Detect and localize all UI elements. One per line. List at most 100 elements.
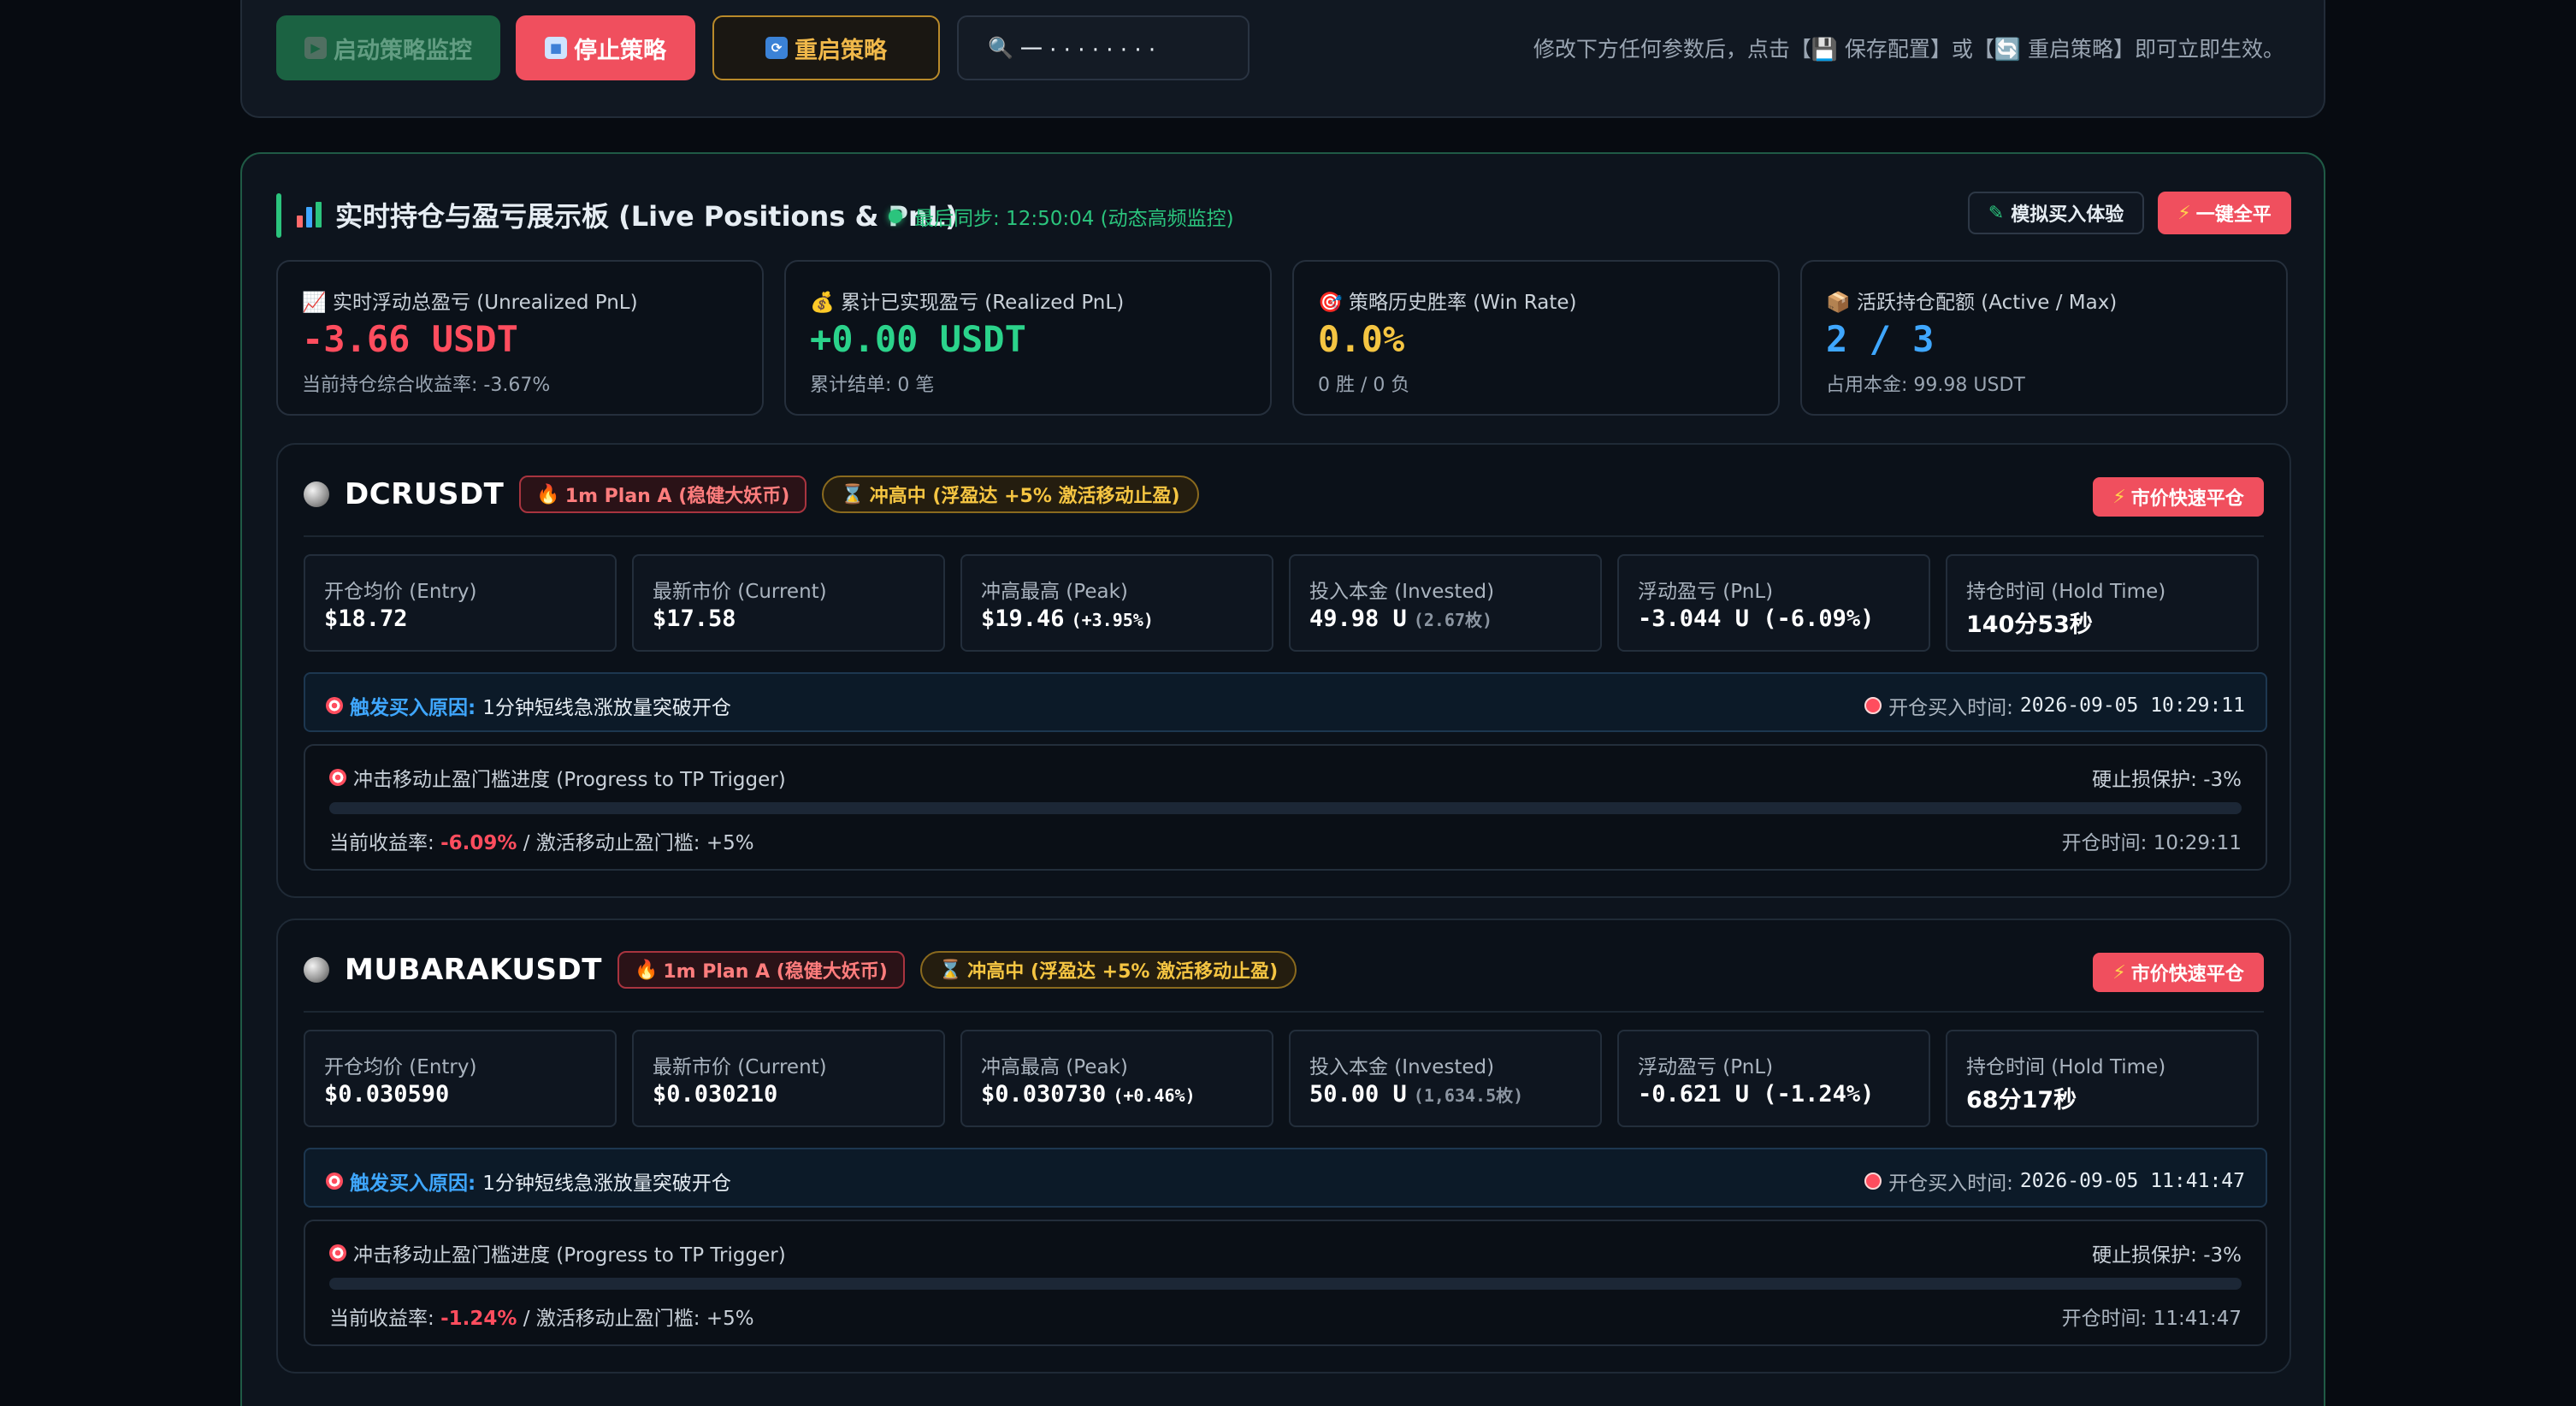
cell-value: 50.00 U (1,634.5枚) (1309, 1081, 1524, 1108)
cell-label: 持仓时间 (Hold Time) (1966, 581, 2166, 603)
open-buy-time: 开仓买入时间: 2026-09-05 10:29:11 (1864, 691, 2245, 720)
cell-current: 最新市价 (Current) $0.030210 (632, 1030, 945, 1127)
stop-strategy-button[interactable]: ■ 停止策略 (516, 15, 695, 80)
close-all-label: 一键全平 (2195, 204, 2272, 226)
cell-current: 最新市价 (Current) $17.58 (632, 554, 945, 652)
status-tag: ⌛ 冲高中 (浮盈达 +5% 激活移动止盈) (919, 951, 1297, 989)
progress-track (329, 1278, 2242, 1290)
open-time-short: 开仓时间: 11:41:47 (2061, 1308, 2242, 1330)
cell-label: 冲高最高 (Peak) (981, 581, 1128, 603)
start-monitor-label: 启动策略监控 (334, 37, 472, 64)
cell-hold-time: 持仓时间 (Hold Time) 140分53秒 (1946, 554, 2259, 652)
cell-value: $19.46 (+3.95%) (981, 606, 1154, 632)
divider (304, 1011, 2264, 1013)
cell-invested: 投入本金 (Invested) 50.00 U (1,634.5枚) (1289, 1030, 1602, 1127)
dart-icon (329, 769, 346, 786)
cell-label: 最新市价 (Current) (653, 1056, 827, 1078)
stat-sub: 累计结单: 0 笔 (810, 375, 935, 396)
restart-strategy-button[interactable]: ⟳ 重启策略 (712, 15, 940, 80)
stat-label: 📈 实时浮动总盈亏 (Unrealized PnL) (302, 292, 638, 314)
play-icon: ▶ (304, 37, 327, 59)
fire-icon: 🔥 (536, 483, 560, 505)
cell-value: $18.72 (324, 606, 408, 632)
pencil-icon: ✎ (1988, 202, 2005, 224)
cell-value: 49.98 U (2.67枚) (1309, 606, 1493, 632)
stat-card-win-rate: 🎯 策略历史胜率 (Win Rate) 0.0% 0 胜 / 0 负 (1292, 260, 1780, 416)
position-symbol: MUBARAKUSDT (345, 953, 602, 987)
cell-entry: 开仓均价 (Entry) $18.72 (304, 554, 617, 652)
stat-card-active: 📦 活跃持仓配额 (Active / Max) 2 / 3 占用本金: 99.9… (1800, 260, 2288, 416)
cell-value: $17.58 (653, 606, 736, 632)
stat-value: 0.0% (1318, 318, 1405, 360)
hard-stop-loss: 硬止损保护: -3% (2092, 1244, 2242, 1267)
stat-card-unrealized: 📈 实时浮动总盈亏 (Unrealized PnL) -3.66 USDT 当前… (276, 260, 764, 416)
cell-value: 140分53秒 (1966, 611, 2093, 638)
sync-status: 最后同步: 12:50:04 (动态高频监控) (889, 202, 1234, 231)
hard-stop-loss: 硬止损保护: -3% (2092, 769, 2242, 791)
money-bag-icon: 💰 (810, 292, 835, 314)
cell-label: 开仓均价 (Entry) (324, 1056, 477, 1078)
lightning-icon: ⚡ (2112, 486, 2126, 508)
cell-label: 开仓均价 (Entry) (324, 581, 477, 603)
cell-label: 浮动盈亏 (PnL) (1638, 581, 1774, 603)
cell-value: $0.030590 (324, 1081, 450, 1108)
dashboard-title-text: 实时持仓与盈亏展示板 (Live Positions & PnL) (335, 200, 958, 233)
cell-value: -3.044 U (-6.09%) (1638, 606, 1875, 632)
buy-reason-bar: 触发买入原因: 1分钟短线急涨放量突破开仓 开仓买入时间: 2026-09-05… (304, 1148, 2267, 1208)
stat-value: +0.00 USDT (810, 318, 1026, 360)
restart-strategy-label: 重启策略 (795, 37, 887, 64)
cell-label: 持仓时间 (Hold Time) (1966, 1056, 2166, 1078)
cell-pnl: 浮动盈亏 (PnL) -3.044 U (-6.09%) (1617, 554, 1930, 652)
search-field[interactable]: 🔍 一 · · · · · · · · (957, 15, 1250, 80)
cell-label: 最新市价 (Current) (653, 581, 827, 603)
dashboard-title: 实时持仓与盈亏展示板 (Live Positions & PnL) (297, 195, 958, 234)
live-positions-dashboard: 实时持仓与盈亏展示板 (Live Positions & PnL) 最后同步: … (240, 152, 2325, 1406)
cell-value: $0.030210 (653, 1081, 778, 1108)
divider (304, 535, 2264, 537)
coin-icon (304, 957, 329, 983)
lightning-icon: ⚡ (2177, 202, 2191, 224)
position-symbol: DCRUSDT (345, 477, 505, 511)
cell-value: 68分17秒 (1966, 1087, 2077, 1114)
stop-icon: ■ (545, 37, 567, 59)
stat-sub: 0 胜 / 0 负 (1318, 375, 1410, 396)
quick-close-button[interactable]: ⚡ 市价快速平仓 (2093, 953, 2264, 992)
cell-invested: 投入本金 (Invested) 49.98 U (2.67枚) (1289, 554, 1602, 652)
quick-close-label: 市价快速平仓 (2130, 488, 2244, 510)
cell-value: -0.621 U (-1.24%) (1638, 1081, 1875, 1108)
open-time-short: 开仓时间: 10:29:11 (2061, 832, 2242, 854)
position-card-mubarakusdt: MUBARAKUSDT 🔥 1m Plan A (稳健大妖币) ⌛ 冲高中 (浮盈达… (276, 919, 2291, 1374)
close-all-button[interactable]: ⚡ 一键全平 (2158, 192, 2291, 234)
alarm-clock-icon (1864, 1173, 1882, 1190)
quick-close-button[interactable]: ⚡ 市价快速平仓 (2093, 477, 2264, 517)
dart-icon (326, 1173, 343, 1190)
open-buy-time: 开仓买入时间: 2026-09-05 11:41:47 (1864, 1167, 2245, 1196)
progress-track (329, 802, 2242, 814)
plan-tag: 🔥 1m Plan A (稳健大妖币) (617, 951, 905, 989)
cell-label: 浮动盈亏 (PnL) (1638, 1056, 1774, 1078)
stat-value: -3.66 USDT (302, 318, 518, 360)
tp-progress-panel: 冲击移动止盈门槛进度 (Progress to TP Trigger) 硬止损保… (304, 1220, 2267, 1346)
start-monitor-button[interactable]: ▶ 启动策略监控 (276, 15, 500, 80)
position-header: MUBARAKUSDT 🔥 1m Plan A (稳健大妖币) ⌛ 冲高中 (浮盈达… (304, 949, 1297, 990)
page-wrapper: ▶ 启动策略监控 ■ 停止策略 ⟳ 重启策略 🔍 一 · · · · · · ·… (240, 0, 2325, 1406)
live-dot-icon (889, 210, 902, 223)
coin-icon (304, 481, 329, 507)
cell-entry: 开仓均价 (Entry) $0.030590 (304, 1030, 617, 1127)
progress-label: 冲击移动止盈门槛进度 (Progress to TP Trigger) (329, 1238, 786, 1267)
hourglass-icon: ⌛ (841, 483, 865, 505)
lightning-icon: ⚡ (2112, 961, 2126, 984)
config-hint: 修改下方任何参数后，点击【💾 保存配置】或【🔄 重启策略】即可立即生效。 (1533, 37, 2284, 62)
search-value: 一 · · · · · · · · (1019, 37, 1156, 63)
cell-hold-time: 持仓时间 (Hold Time) 68分17秒 (1946, 1030, 2259, 1127)
cell-pnl: 浮动盈亏 (PnL) -0.621 U (-1.24%) (1617, 1030, 1930, 1127)
simulate-buy-button[interactable]: ✎ 模拟买入体验 (1968, 192, 2144, 234)
bar-chart-icon (297, 202, 322, 227)
chart-up-icon: 📈 (302, 292, 327, 314)
cell-peak: 冲高最高 (Peak) $19.46 (+3.95%) (960, 554, 1273, 652)
fire-icon: 🔥 (634, 959, 659, 981)
position-header: DCRUSDT 🔥 1m Plan A (稳健大妖币) ⌛ 冲高中 (浮盈达 +5%… (304, 474, 1199, 515)
status-tag: ⌛ 冲高中 (浮盈达 +5% 激活移动止盈) (822, 476, 1199, 513)
current-rate: 当前收益率: -1.24% / 激活移动止盈门槛: +5% (329, 1308, 754, 1330)
stat-sub: 当前持仓综合收益率: -3.67% (302, 375, 551, 396)
